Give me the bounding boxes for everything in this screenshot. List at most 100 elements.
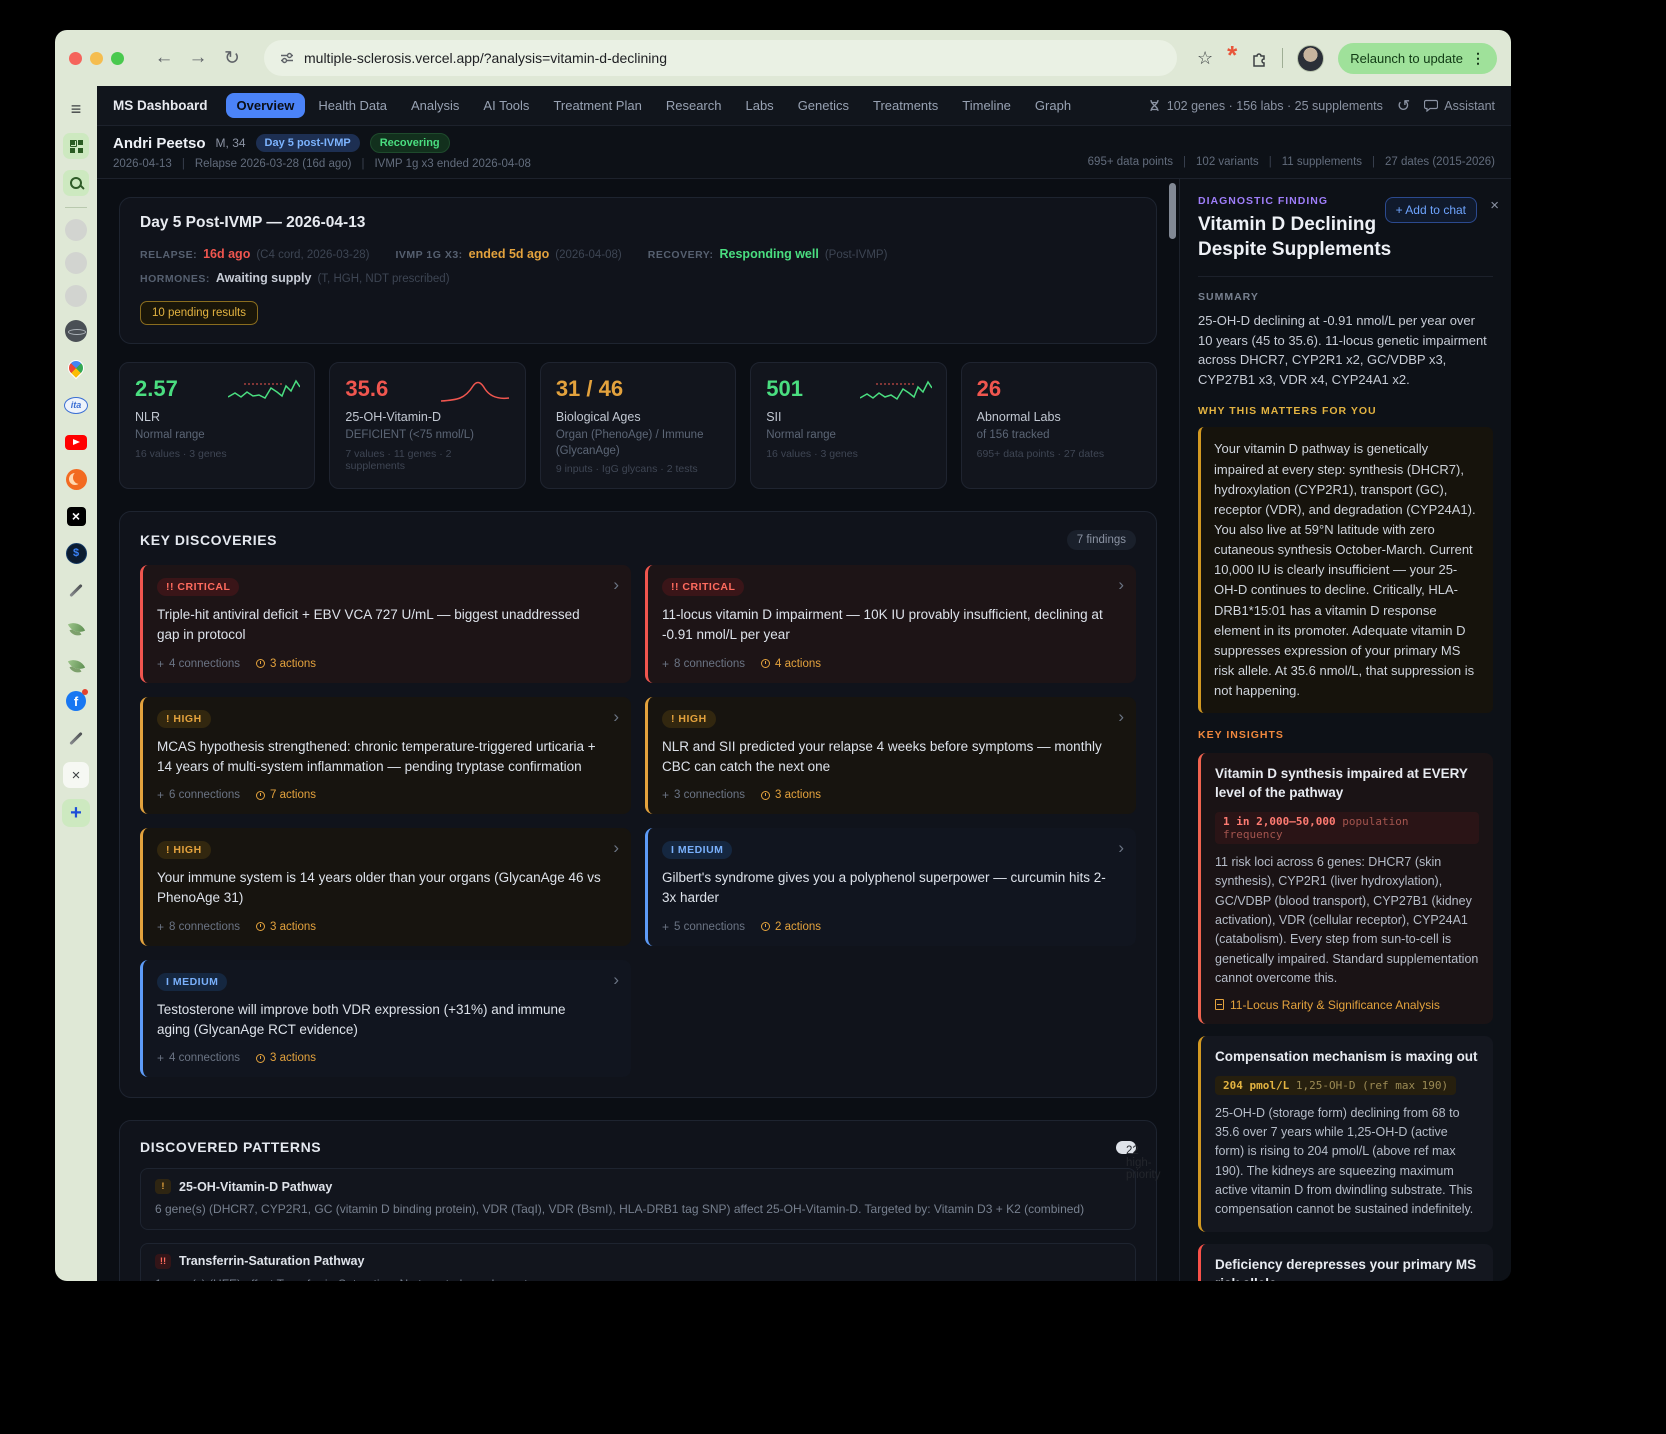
tab-favicon-placeholder[interactable]	[65, 252, 87, 274]
refresh-data-icon[interactable]	[1397, 96, 1410, 116]
chevron-right-icon[interactable]	[613, 970, 619, 990]
discovery-card[interactable]: ! HIGH Your immune system is 14 years ol…	[140, 828, 631, 946]
patterns-title: DISCOVERED PATTERNS	[140, 1139, 321, 1155]
chevron-right-icon[interactable]	[1118, 838, 1124, 858]
x-twitter-icon[interactable]	[67, 507, 86, 526]
discovery-card[interactable]: I MEDIUM Gilbert's syndrome gives you a …	[645, 828, 1136, 946]
facebook-icon[interactable]: f	[66, 691, 86, 711]
clock-icon	[256, 922, 265, 931]
current-date: 2026-04-13	[113, 158, 172, 170]
discovery-card[interactable]: ! HIGH NLR and SII predicted your relaps…	[645, 697, 1136, 815]
maps-pin-icon[interactable]	[65, 357, 88, 380]
discovery-card[interactable]: ! HIGH MCAS hypothesis strengthened: chr…	[140, 697, 631, 815]
pending-results-chip[interactable]: 10 pending results	[140, 301, 258, 325]
relaunch-label: Relaunch to update	[1350, 51, 1463, 66]
tab-favicon-placeholder[interactable]	[65, 219, 87, 241]
finance-coin-icon[interactable]	[66, 543, 87, 564]
priority-mark: !!	[155, 1254, 171, 1269]
sidebar-collapse-icon[interactable]	[71, 99, 82, 120]
extension-burst-icon[interactable]	[1227, 48, 1237, 69]
insight-card[interactable]: Compensation mechanism is maxing out 204…	[1198, 1036, 1493, 1232]
close-tab-icon[interactable]	[63, 762, 89, 788]
globe-tab-icon[interactable]	[65, 320, 87, 342]
why-text: Your vitamin D pathway is genetically im…	[1198, 427, 1493, 713]
connections-icon	[157, 788, 164, 802]
chevron-right-icon[interactable]	[613, 707, 619, 727]
apps-grid-icon	[70, 140, 83, 153]
reload-icon[interactable]: ↻	[220, 47, 244, 70]
scrollbar-thumb[interactable]	[1169, 183, 1176, 239]
analysis-link[interactable]: 11-Locus Rarity & Significance Analysis	[1215, 998, 1479, 1012]
minimize-window-button[interactable]	[90, 52, 103, 65]
address-bar[interactable]: multiple-sclerosis.vercel.app/?analysis=…	[264, 40, 1177, 76]
browser-menu-icon[interactable]	[1471, 50, 1485, 67]
ita-logo-icon[interactable]: ita	[64, 397, 88, 414]
tab-graph[interactable]: Graph	[1024, 93, 1082, 118]
tab-analysis[interactable]: Analysis	[400, 93, 470, 118]
new-tab-icon[interactable]	[62, 799, 90, 827]
patient-header: Andri Peetso M, 34 Day 5 post-IVMP Recov…	[97, 126, 1511, 179]
forward-icon[interactable]: →	[186, 47, 210, 69]
back-icon[interactable]: ←	[152, 47, 176, 69]
connections-icon	[662, 657, 669, 671]
pattern-row[interactable]: ! 25-OH-Vitamin-D Pathway 6 gene(s) (DHC…	[140, 1168, 1136, 1230]
tab-research[interactable]: Research	[655, 93, 733, 118]
summary-text: 25-OH-D declining at -0.91 nmol/L per ye…	[1198, 311, 1493, 389]
discovery-card[interactable]: I MEDIUM Testosterone will improve both …	[140, 960, 631, 1078]
tab-favicon-placeholder[interactable]	[65, 285, 87, 307]
apps-grid-button[interactable]	[63, 133, 89, 159]
site-settings-icon[interactable]	[280, 51, 294, 65]
discovery-card[interactable]: !! CRITICAL 11-locus vitamin D impairmen…	[645, 565, 1136, 683]
pen-icon[interactable]	[69, 583, 82, 596]
profile-avatar[interactable]	[1297, 45, 1324, 72]
chevron-right-icon[interactable]	[613, 838, 619, 858]
zoom-window-button[interactable]	[111, 52, 124, 65]
chevron-right-icon[interactable]	[613, 575, 619, 595]
extensions-puzzle-icon[interactable]	[1251, 50, 1268, 67]
chevron-right-icon[interactable]	[1118, 707, 1124, 727]
relaunch-button[interactable]: Relaunch to update	[1338, 43, 1497, 74]
tab-genetics[interactable]: Genetics	[787, 93, 860, 118]
patient-demographics: M, 34	[216, 136, 246, 150]
tab-overview[interactable]: Overview	[226, 93, 306, 118]
tab-treatments[interactable]: Treatments	[862, 93, 949, 118]
app-brand: MS Dashboard	[113, 98, 208, 113]
orange-browser-icon[interactable]	[66, 469, 87, 490]
insight-card[interactable]: Vitamin D synthesis impaired at EVERY le…	[1198, 753, 1493, 1023]
tab-health-data[interactable]: Health Data	[307, 93, 398, 118]
tab-timeline[interactable]: Timeline	[951, 93, 1022, 118]
stat-card-abnormal-labs[interactable]: 26 Abnormal Labs of 156 tracked 695+ dat…	[961, 362, 1157, 489]
priority-mark: !	[155, 1179, 171, 1194]
clock-icon	[761, 791, 770, 800]
summary-label: SUMMARY	[1198, 291, 1493, 303]
stat-card-nlr[interactable]: 2.57 NLR Normal range 16 values · 3 gene…	[119, 362, 315, 489]
discovered-patterns-panel: DISCOVERED PATTERNS 22 high-priority ! 2…	[119, 1120, 1157, 1281]
divider	[65, 207, 87, 208]
status-badge: Recovering	[370, 133, 450, 153]
stat-card-vitamin-d[interactable]: 35.6 25-OH-Vitamin-D DEFICIENT (<75 nmol…	[329, 362, 525, 489]
tab-ai-tools[interactable]: AI Tools	[472, 93, 540, 118]
assistant-button[interactable]: Assistant	[1424, 99, 1495, 113]
divider	[1282, 48, 1283, 68]
tab-treatment-plan[interactable]: Treatment Plan	[542, 93, 652, 118]
plant-leaf-icon[interactable]	[67, 618, 84, 635]
chevron-right-icon[interactable]	[1118, 575, 1124, 595]
youtube-icon[interactable]	[65, 435, 87, 450]
close-window-button[interactable]	[69, 52, 82, 65]
vitamin-d-sparkline	[439, 377, 511, 407]
stat-card-sii[interactable]: 501 SII Normal range 16 values · 3 genes	[750, 362, 946, 489]
pattern-row[interactable]: !! Transferrin-Saturation Pathway 1 gene…	[140, 1243, 1136, 1281]
tab-labs[interactable]: Labs	[734, 93, 784, 118]
close-panel-icon[interactable]	[1490, 197, 1499, 214]
add-to-chat-button[interactable]: + Add to chat	[1385, 197, 1477, 223]
stat-card-biological-ages[interactable]: 31 / 46 Biological Ages Organ (PhenoAge)…	[540, 362, 736, 489]
plant-leaf-icon[interactable]	[67, 655, 84, 672]
connections-icon	[157, 1051, 164, 1065]
bookmark-star-icon[interactable]	[1197, 48, 1213, 69]
insight-card[interactable]: Deficiency derepresses your primary MS r…	[1198, 1244, 1493, 1281]
traffic-lights	[69, 52, 124, 65]
pen-icon[interactable]	[69, 731, 82, 744]
search-tabs-button[interactable]	[63, 170, 89, 196]
main-content[interactable]: Day 5 Post-IVMP — 2026-04-13 RELAPSE:16d…	[97, 179, 1179, 1281]
discovery-card[interactable]: !! CRITICAL Triple-hit antiviral deficit…	[140, 565, 631, 683]
